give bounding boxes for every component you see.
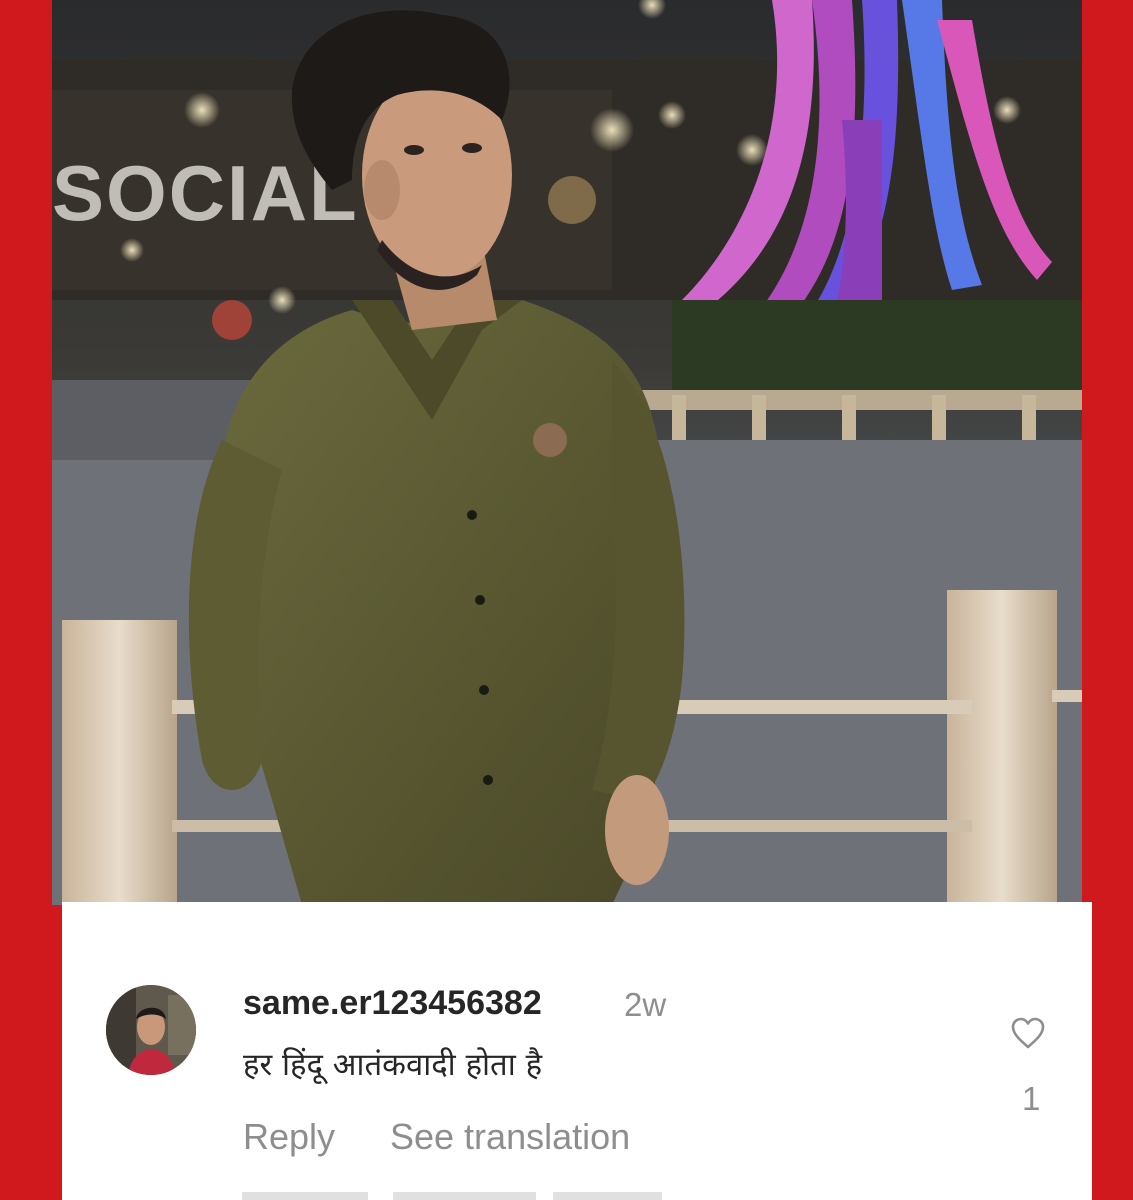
comment-card: same.er123456382 2w हर हिंदू आतंकवादी हो… (62, 902, 1092, 1200)
commenter-avatar[interactable] (106, 985, 196, 1075)
heart-outline-icon[interactable] (1010, 1016, 1046, 1050)
comment-timestamp: 2w (624, 986, 667, 1023)
comment-text: हर हिंदू आतंकवादी होता है (243, 1047, 543, 1083)
commenter-username[interactable]: same.er123456382 (243, 984, 542, 1023)
post-photo: SOCIAL (52, 0, 1082, 905)
reply-button[interactable]: Reply (243, 1116, 335, 1158)
next-comment-cutoff (242, 1192, 662, 1200)
see-translation-button[interactable]: See translation (390, 1116, 630, 1158)
like-count: 1 (1022, 1080, 1041, 1117)
